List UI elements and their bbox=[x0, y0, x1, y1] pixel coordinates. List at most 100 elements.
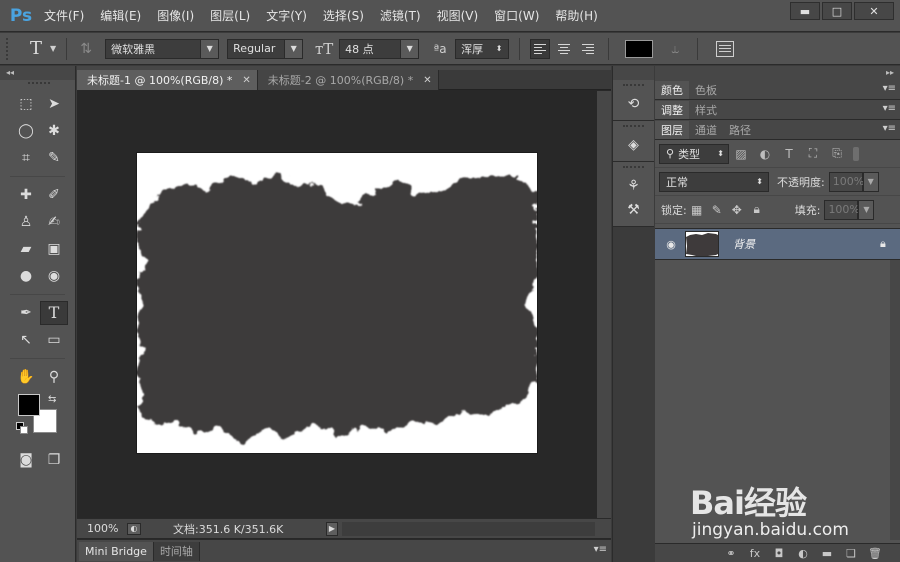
new-layer-icon[interactable]: ❏ bbox=[844, 547, 858, 560]
3d-panel-icon[interactable]: ◈ bbox=[613, 133, 654, 157]
tab-mini-bridge[interactable]: Mini Bridge bbox=[79, 541, 154, 561]
align-center-button[interactable] bbox=[554, 39, 574, 59]
text-orientation-icon[interactable]: ⇅ bbox=[77, 41, 95, 57]
menu-filter[interactable]: 滤镜(T) bbox=[372, 0, 429, 32]
blur-tool-icon[interactable]: ● bbox=[12, 264, 40, 288]
antialias-select[interactable]: 浑厚 ⬍ bbox=[455, 38, 510, 59]
minimize-button[interactable]: ▬ bbox=[790, 2, 820, 20]
chevron-right-icon[interactable]: ▶ bbox=[326, 521, 338, 536]
menu-type[interactable]: 文字(Y) bbox=[258, 0, 315, 32]
menu-layer[interactable]: 图层(L) bbox=[202, 0, 258, 32]
canvas-viewport[interactable] bbox=[77, 91, 597, 518]
canvas[interactable] bbox=[137, 153, 537, 453]
chevron-down-icon[interactable]: ▼ bbox=[862, 171, 879, 192]
filter-adjustment-icon[interactable]: ◐ bbox=[753, 147, 777, 161]
font-style-select[interactable]: Regular ▼ bbox=[227, 38, 304, 59]
close-icon[interactable]: ✕ bbox=[242, 75, 250, 86]
close-icon[interactable]: ✕ bbox=[423, 75, 431, 86]
clone-stamp-tool-icon[interactable]: ♙ bbox=[12, 210, 40, 234]
history-brush-tool-icon[interactable]: ✍ bbox=[40, 210, 68, 234]
pen-tool-icon[interactable]: ✒ bbox=[12, 301, 40, 325]
layer-filter-select[interactable]: ⚲ 类型 ⬍ bbox=[659, 143, 729, 164]
menu-help[interactable]: 帮助(H) bbox=[547, 0, 605, 32]
menu-file[interactable]: 文件(F) bbox=[36, 0, 92, 32]
filter-pixel-icon[interactable]: ▨ bbox=[729, 147, 753, 161]
tab-timeline[interactable]: 时间轴 bbox=[153, 541, 200, 561]
collapse-icon[interactable]: ◂◂ bbox=[0, 66, 75, 80]
magic-wand-tool-icon[interactable]: ✱ bbox=[40, 119, 68, 143]
panel-menu-icon[interactable]: ▾≡ bbox=[883, 123, 896, 134]
tab-document-2[interactable]: 未标题-2 @ 100%(RGB/8) * ✕ bbox=[257, 70, 439, 90]
chevron-down-icon[interactable]: ▼ bbox=[50, 44, 56, 53]
brush-presets-icon[interactable]: ⚒ bbox=[613, 198, 654, 222]
delete-layer-icon[interactable]: 🗑︎ bbox=[868, 547, 882, 560]
align-right-button[interactable] bbox=[578, 39, 598, 59]
dodge-tool-icon[interactable]: ◉ bbox=[40, 264, 68, 288]
character-panel-icon[interactable] bbox=[716, 40, 735, 57]
eye-icon[interactable]: ◉ bbox=[663, 238, 679, 251]
gradient-tool-icon[interactable]: ▣ bbox=[40, 237, 68, 261]
lock-image-icon[interactable]: ✎ bbox=[707, 203, 727, 217]
horizontal-scrollbar[interactable] bbox=[342, 521, 595, 536]
align-left-button[interactable] bbox=[530, 38, 551, 59]
font-size-select[interactable]: 48 点 ▼ bbox=[339, 38, 420, 59]
menu-select[interactable]: 选择(S) bbox=[315, 0, 372, 32]
blend-mode-select[interactable]: 正常 ⬍ bbox=[659, 171, 769, 192]
marquee-tool-icon[interactable]: ⬚ bbox=[12, 92, 40, 116]
tab-color[interactable]: 颜色 bbox=[655, 81, 689, 99]
rectangle-tool-icon[interactable]: ▭ bbox=[40, 328, 68, 352]
menu-edit[interactable]: 编辑(E) bbox=[92, 0, 149, 32]
tab-channels[interactable]: 通道 bbox=[689, 121, 723, 139]
expand-icon[interactable]: ▸▸ bbox=[655, 66, 900, 80]
default-colors-icon[interactable] bbox=[16, 422, 28, 434]
link-layers-icon[interactable]: ⚭ bbox=[724, 547, 738, 560]
move-tool-icon[interactable]: ➤ bbox=[40, 92, 68, 116]
panel-menu-icon[interactable]: ▾≡ bbox=[594, 544, 607, 555]
filter-type-icon[interactable]: T bbox=[777, 147, 801, 161]
path-selection-tool-icon[interactable]: ↖ bbox=[12, 328, 40, 352]
lock-position-icon[interactable]: ✥ bbox=[727, 203, 747, 217]
tab-document-1[interactable]: 未标题-1 @ 100%(RGB/8) * ✕ bbox=[77, 70, 258, 90]
panel-menu-icon[interactable]: ▾≡ bbox=[883, 103, 896, 114]
layer-name[interactable]: 背景 bbox=[733, 236, 880, 252]
brush-tool-icon[interactable]: ✐ bbox=[40, 183, 68, 207]
hand-tool-icon[interactable]: ✋ bbox=[12, 365, 40, 389]
filter-smart-object-icon[interactable]: ⎘ bbox=[825, 146, 849, 161]
new-group-icon[interactable]: ▬ bbox=[820, 547, 834, 560]
layer-mask-icon[interactable]: ◘ bbox=[772, 547, 786, 560]
panel-menu-icon[interactable]: ▾≡ bbox=[883, 83, 896, 94]
filter-toggle[interactable] bbox=[853, 146, 859, 161]
tab-paths[interactable]: 路径 bbox=[723, 121, 757, 139]
filter-shape-icon[interactable]: ⛶ bbox=[801, 146, 825, 161]
toolbar-grip[interactable] bbox=[28, 82, 50, 90]
zoom-tool-icon[interactable]: ⚲ bbox=[40, 365, 68, 389]
quick-mask-icon[interactable]: ◙ bbox=[12, 448, 40, 472]
restore-button[interactable]: □ bbox=[822, 2, 852, 20]
menu-image[interactable]: 图像(I) bbox=[149, 0, 202, 32]
lasso-tool-icon[interactable]: ◯ bbox=[12, 119, 40, 143]
brush-panel-icon[interactable]: ⚘ bbox=[613, 174, 654, 198]
swap-colors-icon[interactable]: ⇆ bbox=[48, 394, 56, 405]
foreground-color[interactable] bbox=[18, 394, 40, 416]
text-color-swatch[interactable] bbox=[625, 39, 654, 58]
tool-preset-icon[interactable]: T bbox=[26, 38, 46, 59]
proof-icon[interactable]: ◐ bbox=[127, 522, 141, 535]
font-family-select[interactable]: 微软雅黑 ▼ bbox=[105, 38, 220, 59]
close-button[interactable]: ✕ bbox=[854, 2, 894, 20]
eraser-tool-icon[interactable]: ▰ bbox=[12, 237, 40, 261]
adjustment-layer-icon[interactable]: ◐ bbox=[796, 547, 810, 560]
tab-styles[interactable]: 样式 bbox=[689, 101, 723, 119]
menu-view[interactable]: 视图(V) bbox=[429, 0, 487, 32]
layers-scrollbar[interactable] bbox=[890, 260, 900, 540]
zoom-level[interactable]: 100% bbox=[77, 522, 119, 535]
vertical-scrollbar[interactable] bbox=[597, 91, 611, 518]
tab-swatches[interactable]: 色板 bbox=[689, 81, 723, 99]
screen-mode-icon[interactable]: ❐ bbox=[40, 448, 68, 472]
crop-tool-icon[interactable]: ⌗ bbox=[12, 146, 40, 170]
healing-brush-tool-icon[interactable]: ✚ bbox=[12, 183, 40, 207]
lock-all-icon[interactable]: 🔒︎ bbox=[747, 202, 767, 217]
menu-window[interactable]: 窗口(W) bbox=[486, 0, 547, 32]
tab-adjustments[interactable]: 调整 bbox=[655, 101, 689, 119]
lock-transparent-icon[interactable]: ▦ bbox=[687, 203, 707, 217]
history-panel-icon[interactable]: ⟲ bbox=[613, 92, 654, 116]
